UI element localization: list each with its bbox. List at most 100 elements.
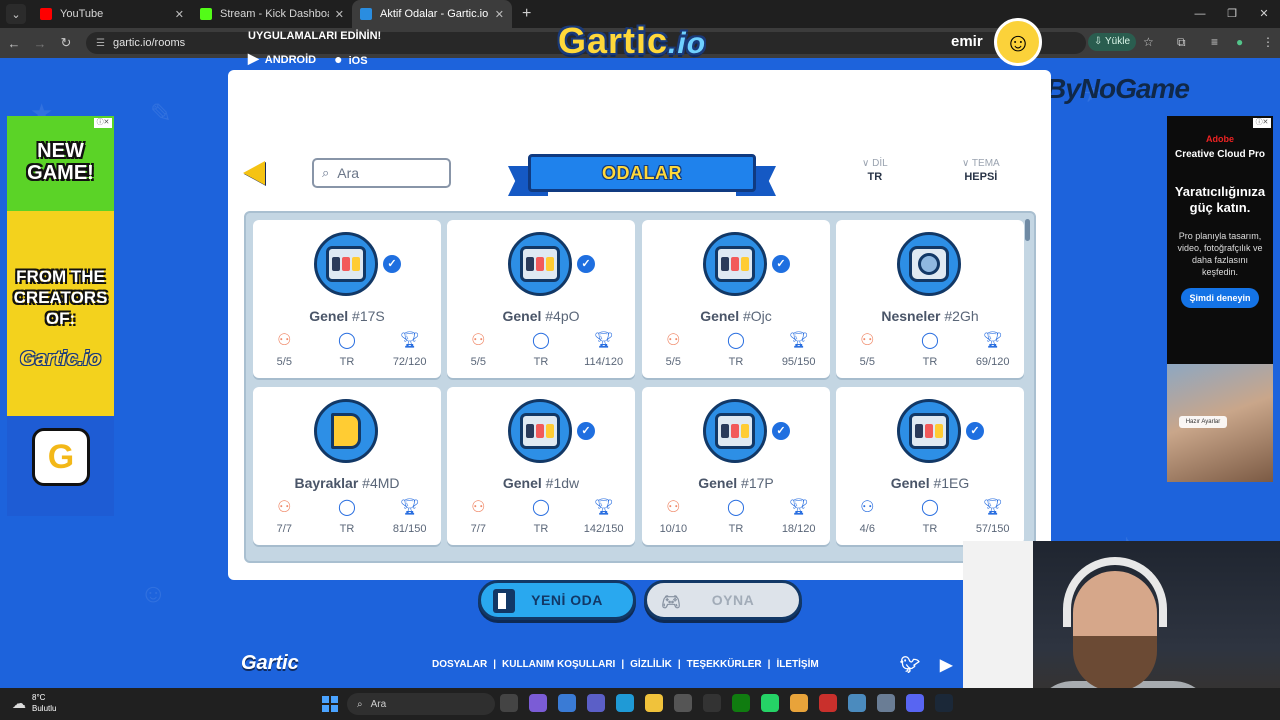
chrome-active-icon[interactable] [848, 694, 866, 712]
room-points: 18/120 [781, 523, 816, 535]
teams-icon[interactable] [587, 694, 605, 712]
new-tab-icon[interactable]: + [522, 5, 531, 23]
extensions-icon[interactable]: ⧉ [1177, 35, 1186, 50]
close-tab-icon[interactable]: ✕ [495, 8, 504, 21]
tab-kick[interactable]: Stream - Kick Dashboard ✕ [192, 0, 352, 28]
footer-logo[interactable]: Gartic [241, 652, 299, 675]
photos-icon[interactable] [558, 694, 576, 712]
minimize-icon[interactable]: — [1184, 0, 1216, 28]
weather-widget[interactable]: ☁ 8°C Bulutlu [12, 692, 56, 714]
forward-arrow-icon[interactable]: → [28, 36, 52, 51]
play-store-icon: ▶ [248, 50, 259, 66]
room-card[interactable]: ✓ Genel #1dw ⚇ 7/7 ◯ TR 🏆︎ 142/150 [447, 387, 635, 545]
footer-link-thanks[interactable]: TEŞEKKÜRLER [687, 659, 762, 670]
taskbar-apps [500, 694, 953, 712]
new-room-button[interactable]: YENİ ODA [478, 580, 636, 620]
theme-filter[interactable]: ∨ TEMA HEPSİ [962, 158, 1000, 183]
ad-product: Creative Cloud Pro [1174, 149, 1266, 160]
windows-start-icon[interactable] [322, 696, 338, 712]
back-arrow-icon[interactable]: ← [2, 36, 26, 51]
copilot-icon[interactable] [529, 694, 547, 712]
tab-youtube[interactable]: YouTube ✕ [32, 0, 192, 28]
grid-app-icon[interactable] [703, 694, 721, 712]
install-button[interactable]: ⇩ Yükle [1088, 33, 1136, 51]
room-stats: ⚇ 5/5 ◯ TR 🏆︎ 114/120 [447, 330, 635, 368]
scrollbar[interactable] [1025, 219, 1030, 241]
room-points: 57/150 [975, 523, 1010, 535]
players-icon: ⚇ [666, 332, 681, 349]
room-card[interactable]: ✓ Genel #17S ⚇ 5/5 ◯ TR 🏆︎ 72/120 [253, 220, 441, 378]
players-count: 5/5 [470, 356, 486, 368]
room-card[interactable]: ✓ Genel #4pO ⚇ 5/5 ◯ TR 🏆︎ 114/120 [447, 220, 635, 378]
reload-icon[interactable]: ↻ [54, 35, 78, 51]
language-value: TR [867, 171, 883, 183]
room-search[interactable]: ⌕ [312, 158, 451, 188]
footer-link-privacy[interactable]: GİZLİLİK [630, 659, 672, 670]
taskbar-search[interactable]: ⌕ Ara [347, 693, 495, 715]
room-card[interactable]: ✓ Genel #1EG ⚇ 4/6 ◯ TR 🏆︎ 57/150 [836, 387, 1024, 545]
back-arrow-icon[interactable] [243, 161, 265, 185]
rooms-grid[interactable]: ✓ Genel #17S ⚇ 5/5 ◯ TR 🏆︎ 72/120 ✓ Genel #4pO ⚇ 5/… [244, 211, 1036, 563]
tab-title: Aktif Odalar - Gartic.io [380, 8, 489, 20]
tab-gartic[interactable]: Aktif Odalar - Gartic.io ✕ [352, 0, 512, 28]
slot-machine-icon [508, 399, 572, 463]
ad-choices-icon[interactable]: ⓘ✕ [1253, 118, 1271, 128]
ad-g-logo: G [32, 428, 90, 486]
task-view-icon[interactable] [500, 694, 518, 712]
chat-bubble-icon: ◯ [338, 332, 356, 349]
room-card[interactable]: Bayraklar #4MD ⚇ 7/7 ◯ TR 🏆︎ 81/150 [253, 387, 441, 545]
tab-search-icon[interactable]: ⌄ [6, 4, 26, 24]
media-icon[interactable]: ≡ [1211, 35, 1218, 49]
app-icon[interactable] [877, 694, 895, 712]
players-count: 5/5 [859, 356, 875, 368]
room-name: Genel #17S [309, 308, 385, 324]
footer-link-files[interactable]: DOSYALAR [432, 659, 487, 670]
site-info-icon[interactable]: ☰ [96, 38, 105, 49]
file-explorer-icon[interactable] [645, 694, 663, 712]
edge-icon[interactable] [616, 694, 634, 712]
valorant-icon[interactable] [819, 694, 837, 712]
right-ad-banner[interactable]: ⓘ✕ Adobe Creative Cloud Pro Yaratıcılığı… [1167, 116, 1273, 482]
room-card[interactable]: ✓ Genel #Ojc ⚇ 5/5 ◯ TR 🏆︎ 95/150 [642, 220, 830, 378]
search-input[interactable] [337, 165, 433, 181]
room-card[interactable]: ✓ Genel #17P ⚇ 10/10 ◯ TR 🏆︎ 18/120 [642, 387, 830, 545]
room-name: Genel #Ojc [700, 308, 772, 324]
theme-value: HEPSİ [964, 171, 998, 183]
close-window-icon[interactable]: ✕ [1248, 0, 1280, 28]
profile-icon[interactable]: ● [1236, 35, 1243, 49]
app-icon[interactable] [674, 694, 692, 712]
user-avatar[interactable]: ☺ [994, 18, 1042, 66]
trophy-icon: 🏆︎ [399, 499, 420, 516]
browser-menu-icon[interactable]: ⋮ [1262, 35, 1274, 49]
tab-title: Stream - Kick Dashboard [220, 8, 329, 20]
chevron-down-icon: ∨ [962, 158, 972, 169]
footer-link-terms[interactable]: KULLANIM KOŞULLARI [502, 659, 615, 670]
gartic-logo[interactable]: Gartic.io [558, 20, 706, 62]
restore-icon[interactable]: ❐ [1216, 0, 1248, 28]
left-ad-banner[interactable]: NEW GAME! FROM THE CREATORS OF: Gartic.i… [7, 116, 114, 516]
close-tab-icon[interactable]: ✕ [335, 8, 344, 21]
xbox-icon[interactable] [732, 694, 750, 712]
android-link[interactable]: ▶ ANDROİD [248, 50, 316, 67]
room-name: Bayraklar #4MD [294, 475, 400, 491]
bookmark-star-icon[interactable]: ☆ [1143, 35, 1154, 49]
language-filter[interactable]: ∨ DİL TR [862, 158, 888, 183]
youtube-icon[interactable]: ▶ [940, 655, 952, 675]
gartic-icon [360, 8, 372, 20]
steam-icon[interactable] [935, 694, 953, 712]
verified-check-icon: ✓ [966, 422, 984, 440]
ad-cta-button[interactable]: Şimdi deneyin [1181, 288, 1259, 308]
whatsapp-icon[interactable] [761, 694, 779, 712]
ios-link[interactable]: ● iOS [334, 51, 367, 67]
discord-icon[interactable] [906, 694, 924, 712]
kick-icon [200, 8, 212, 20]
footer-link-contact[interactable]: İLETİŞİM [776, 659, 818, 670]
close-tab-icon[interactable]: ✕ [175, 8, 184, 21]
chrome-icon[interactable] [790, 694, 808, 712]
ad-choices-icon[interactable]: ⓘ✕ [94, 118, 112, 128]
twitter-icon[interactable]: 🐦︎ [900, 655, 920, 675]
play-label: OYNA [711, 592, 755, 608]
username[interactable]: emir [951, 33, 983, 50]
room-card[interactable]: Nesneler #2Gh ⚇ 5/5 ◯ TR 🏆︎ 69/120 [836, 220, 1024, 378]
play-button[interactable]: 🎮︎ OYNA [644, 580, 802, 620]
